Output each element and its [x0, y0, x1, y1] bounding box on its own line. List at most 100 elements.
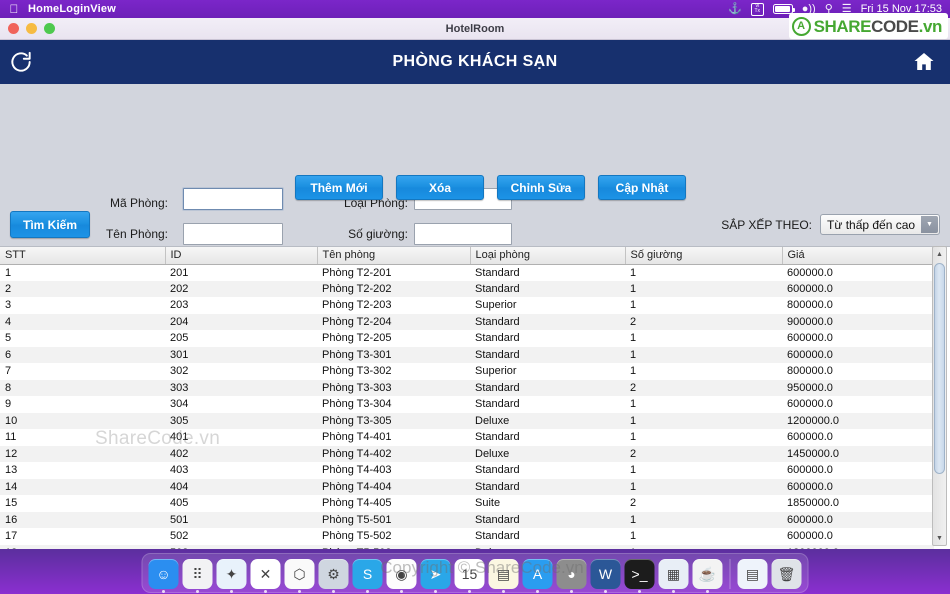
table-row[interactable]: 3 203 Phòng T2-203 Superior 1 800000.0	[0, 297, 934, 314]
appstore-icon[interactable]: A	[522, 559, 553, 589]
finder-icon[interactable]: ☺	[148, 559, 179, 589]
column-header-so-giuong[interactable]: Số giường	[625, 247, 783, 265]
table-row[interactable]: 14 404 Phòng T4-404 Standard 1 600000.0	[0, 478, 934, 495]
table-vertical-scrollbar[interactable]: ▲ ▼	[932, 246, 947, 546]
column-header-stt[interactable]: STT	[0, 247, 166, 265]
table-row[interactable]: 7 302 Phòng T3-302 Superior 1 800000.0	[0, 363, 934, 380]
table-cell-so-giuong: 2	[630, 381, 637, 394]
java-icon[interactable]: ☕	[692, 559, 723, 589]
table-cell-ten-phong: Phòng T2-204	[322, 315, 392, 328]
browser-icon[interactable]: ◕	[556, 559, 587, 589]
sort-select[interactable]: Từ thấp đến cao ▼	[820, 214, 940, 235]
table-cell-loai-phong: Superior	[475, 365, 517, 378]
scrollbar-thumb[interactable]	[934, 263, 945, 474]
table-cell-id: 301	[170, 348, 189, 361]
table-body: 1 201 Phòng T2-201 Standard 1 600000.0 2 202 Phò…	[0, 264, 934, 549]
table-cell-so-giuong: 1	[630, 299, 637, 312]
search-button[interactable]: Tìm Kiếm	[10, 211, 90, 238]
table-cell-ten-phong: Phòng T2-202	[322, 282, 392, 295]
docker-icon[interactable]: ⚓	[728, 3, 742, 15]
table-cell-stt: 11	[5, 431, 17, 444]
table-cell-so-giuong: 1	[630, 348, 637, 361]
notes-icon[interactable]: ▤	[488, 559, 519, 589]
word-icon[interactable]: W	[590, 559, 621, 589]
table-cell-id: 202	[170, 282, 189, 295]
edit-button[interactable]: Chỉnh Sửa	[497, 175, 585, 200]
chrome-icon[interactable]: ◉	[386, 559, 417, 589]
macos-dock-area: ☺ ⠿ ✦ ✕ ⬡ ⚙ S ◉ ➤ 15 ▤ A ◕ W >_ ▦ ☕ ▤ 🗑	[0, 549, 950, 594]
table-row[interactable]: 8 303 Phòng T3-303 Standard 2 950000.0	[0, 379, 934, 396]
vmware-icon[interactable]: ⬡	[284, 559, 315, 589]
app-header: PHÒNG KHÁCH SẠN	[0, 40, 950, 84]
column-header-ten-phong[interactable]: Tên phòng	[317, 247, 471, 265]
safari-icon[interactable]: ✦	[216, 559, 247, 589]
scroll-down-icon[interactable]: ▼	[933, 531, 946, 545]
delete-button[interactable]: Xóa	[396, 175, 484, 200]
refresh-icon[interactable]	[8, 49, 34, 75]
table-row[interactable]: 12 402 Phòng T4-402 Deluxe 2 1450000.0	[0, 445, 934, 462]
table-row[interactable]: 2 202 Phòng T2-202 Standard 1 600000.0	[0, 280, 934, 297]
table-row[interactable]: 13 403 Phòng T4-403 Standard 1 600000.0	[0, 462, 934, 479]
trash-icon[interactable]: 🗑	[771, 559, 802, 589]
table-cell-gia: 600000.0	[787, 398, 833, 411]
downloads-icon[interactable]: ▤	[737, 559, 768, 589]
table-cell-id: 404	[170, 480, 189, 493]
table-cell-loai-phong: Standard	[475, 513, 520, 526]
table-cell-id: 203	[170, 299, 189, 312]
table-row[interactable]: 4 204 Phòng T2-204 Standard 2 900000.0	[0, 313, 934, 330]
table-cell-gia: 800000.0	[787, 365, 833, 378]
table-cell-so-giuong: 2	[630, 315, 637, 328]
vscode-icon[interactable]: ✕	[250, 559, 281, 589]
table-cell-loai-phong: Standard	[475, 530, 520, 543]
table-row[interactable]: 16 501 Phòng T5-501 Standard 1 600000.0	[0, 511, 934, 528]
vitx-icon[interactable]: Vi Tx	[750, 2, 764, 16]
table-row[interactable]: 17 502 Phòng T5-502 Standard 1 600000.0	[0, 528, 934, 545]
table-cell-gia: 600000.0	[787, 266, 833, 279]
update-button[interactable]: Cập Nhật	[598, 175, 686, 200]
table-cell-stt: 5	[5, 332, 12, 345]
table-cell-gia: 600000.0	[787, 530, 833, 543]
chevron-down-icon[interactable]: ▼	[921, 216, 938, 233]
telegram-icon[interactable]: ➤	[420, 559, 451, 589]
table-cell-ten-phong: Phòng T4-405	[322, 497, 392, 510]
table-cell-gia: 800000.0	[787, 299, 833, 312]
logo-code-text: CODE	[871, 16, 919, 36]
table-row[interactable]: 5 205 Phòng T2-205 Standard 1 600000.0	[0, 330, 934, 347]
table-cell-ten-phong: Phòng T3-302	[322, 365, 392, 378]
scroll-up-icon[interactable]: ▲	[933, 247, 946, 261]
table-cell-loai-phong: Standard	[475, 332, 520, 345]
table-cell-so-giuong: 1	[630, 530, 637, 543]
column-header-id[interactable]: ID	[165, 247, 318, 265]
table-cell-loai-phong: Standard	[475, 282, 520, 295]
column-header-gia[interactable]: Giá	[782, 247, 935, 265]
table-cell-so-giuong: 1	[630, 398, 637, 411]
terminal-icon[interactable]: >_	[624, 559, 655, 589]
table-cell-stt: 15	[5, 497, 18, 510]
add-new-button[interactable]: Thêm Mới	[295, 175, 383, 200]
table-row[interactable]: 15 405 Phòng T4-405 Suite 2 1850000.0	[0, 495, 934, 512]
table-cell-so-giuong: 1	[630, 266, 637, 279]
systemprefs-icon[interactable]: ⚙	[318, 559, 349, 589]
calendar-icon[interactable]: 15	[454, 559, 485, 589]
skype-icon[interactable]: S	[352, 559, 383, 589]
launchpad-icon[interactable]: ⠿	[182, 559, 213, 589]
sharecode-logo-text: SHARECODE.vn	[814, 16, 943, 36]
table-row[interactable]: 9 304 Phòng T3-304 Standard 1 600000.0	[0, 396, 934, 413]
table-cell-gia: 600000.0	[787, 348, 833, 361]
home-icon[interactable]	[912, 50, 936, 74]
table-row[interactable]: 6 301 Phòng T3-301 Standard 1 600000.0	[0, 346, 934, 363]
apple-icon[interactable]: 	[0, 3, 28, 15]
column-header-loai-phong[interactable]: Loại phòng	[470, 247, 626, 265]
table-row[interactable]: 1 201 Phòng T2-201 Standard 1 600000.0	[0, 264, 934, 281]
table-cell-stt: 4	[5, 315, 12, 328]
menubar-app-name[interactable]: HomeLoginView	[28, 3, 116, 15]
table-cell-ten-phong: Phòng T3-303	[322, 381, 392, 394]
table-cell-stt: 16	[5, 513, 18, 526]
table-row[interactable]: 11 401 Phòng T4-401 Standard 1 600000.0	[0, 429, 934, 446]
sharecode-mark-icon: A	[791, 16, 811, 36]
table-cell-gia: 600000.0	[787, 431, 833, 444]
input-so-giuong[interactable]	[414, 223, 512, 245]
table-cell-stt: 3	[5, 299, 12, 312]
table-row[interactable]: 10 305 Phòng T3-305 Deluxe 1 1200000.0	[0, 412, 934, 429]
netbeans-icon[interactable]: ▦	[658, 559, 689, 589]
